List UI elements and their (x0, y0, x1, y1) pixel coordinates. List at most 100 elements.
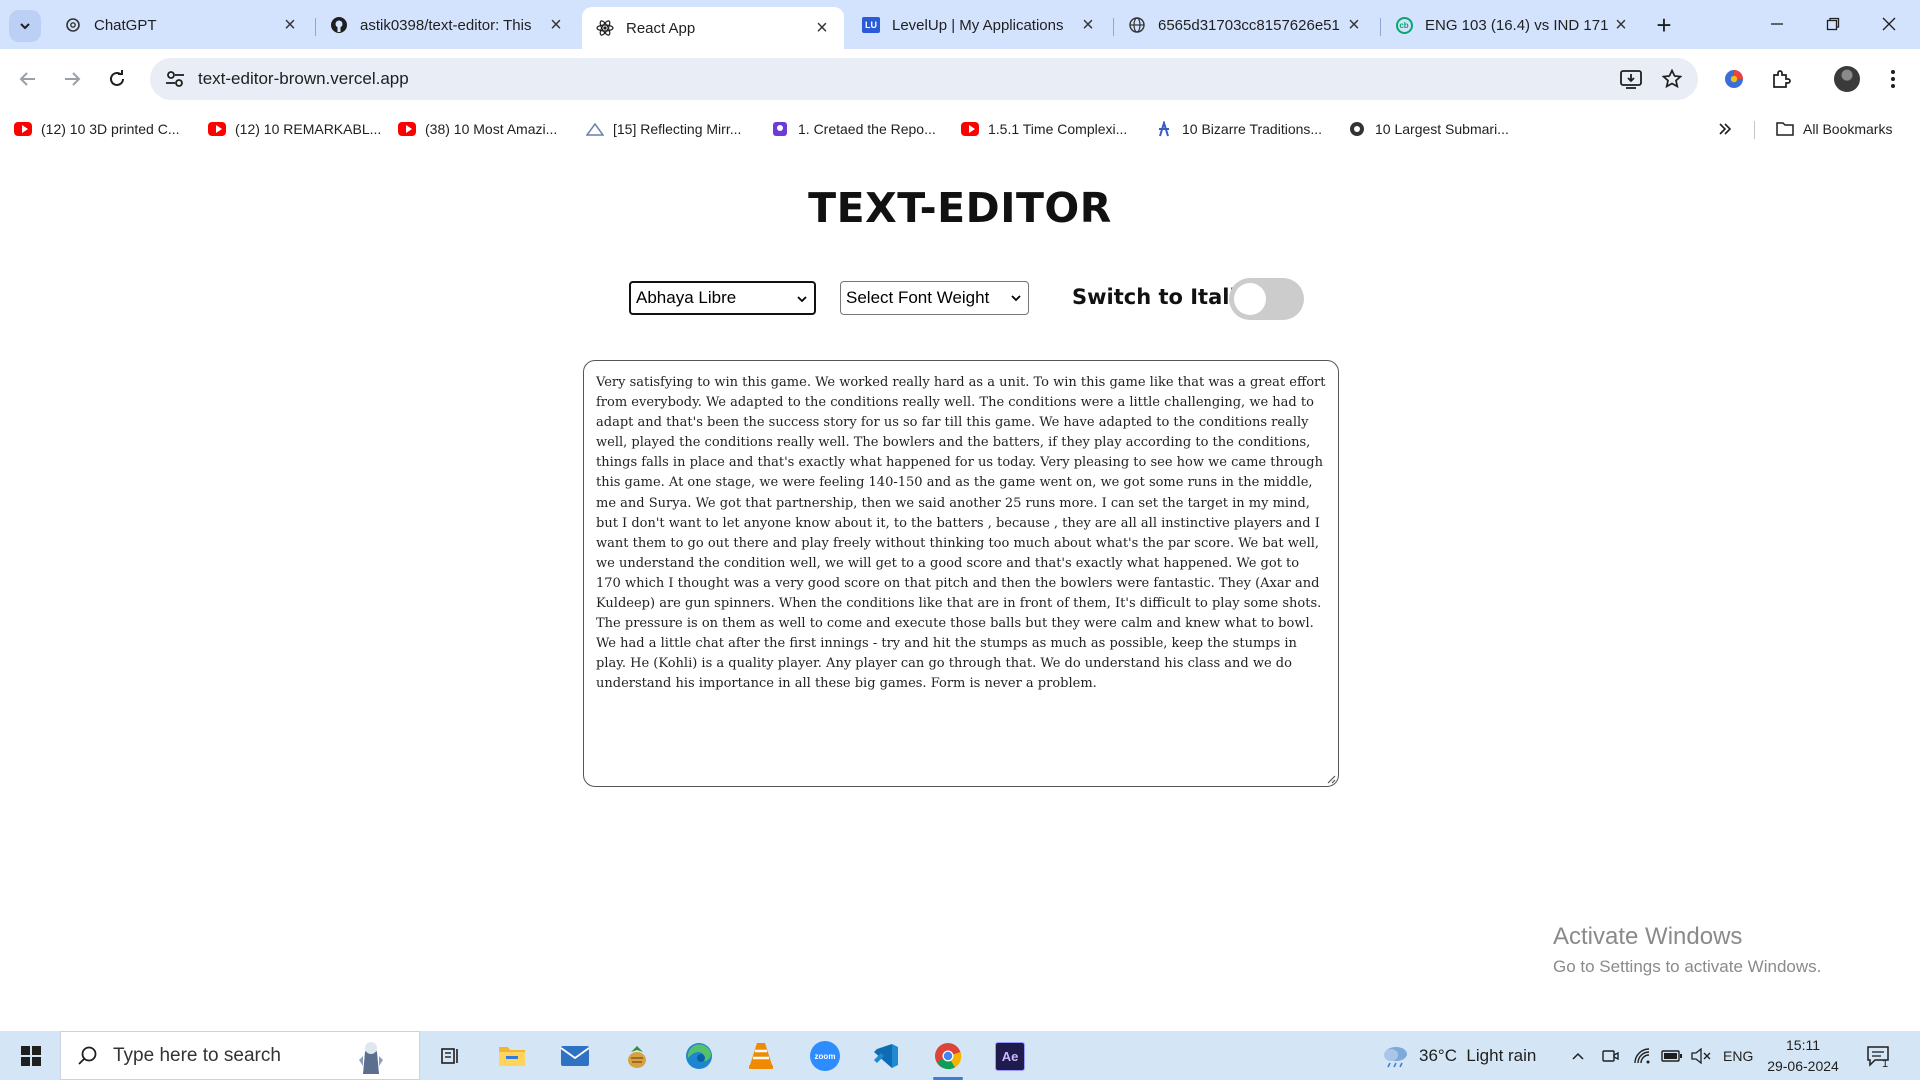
chrome-button[interactable] (929, 1037, 967, 1080)
bookmark-star-button[interactable] (1655, 58, 1689, 100)
restore-button[interactable] (1810, 8, 1856, 40)
forward-button[interactable] (55, 62, 89, 96)
task-view-icon (441, 1048, 458, 1064)
chevron-down-icon (1011, 295, 1021, 302)
resize-handle-icon[interactable] (1326, 774, 1336, 784)
close-icon[interactable]: × (544, 13, 568, 37)
bookmark-item[interactable]: 10 Bizarre Traditions... (1155, 117, 1322, 141)
editor-textarea[interactable]: Very satisfying to win this game. We wor… (583, 360, 1339, 787)
double-chevron-right-icon (1719, 123, 1732, 135)
github-icon (330, 16, 348, 34)
bookmark-item[interactable]: 1.5.1 Time Complexi... (961, 117, 1127, 141)
more-bookmarks-button[interactable] (1718, 117, 1732, 141)
bookmark-label: (38) 10 Most Amazi... (425, 121, 558, 137)
file-explorer-button[interactable] (493, 1037, 531, 1075)
start-button[interactable] (10, 1039, 52, 1073)
taskbar-search[interactable]: Type here to search (60, 1031, 420, 1080)
weather-widget[interactable]: 36°C Light rain (1381, 1031, 1536, 1080)
install-app-button[interactable] (1614, 58, 1648, 100)
close-icon[interactable]: × (1342, 13, 1366, 37)
tab-title: 6565d31703cc8157626e51 (1158, 16, 1340, 34)
battery-button[interactable] (1661, 1031, 1683, 1080)
tab-github[interactable]: astik0398/text-editor: This × (316, 7, 578, 43)
language-indicator[interactable]: ENG (1723, 1031, 1753, 1080)
bookmark-item[interactable]: (12) 10 3D printed C... (14, 117, 180, 141)
all-bookmarks-button[interactable]: All Bookmarks (1776, 117, 1892, 141)
url-text: text-editor-brown.vercel.app (198, 69, 409, 88)
volume-button[interactable] (1691, 1031, 1711, 1080)
extensions-button[interactable] (1764, 62, 1798, 96)
after-effects-button[interactable]: Ae (991, 1037, 1029, 1075)
clock-time: 15:11 (1786, 1037, 1820, 1053)
site-icon (1155, 121, 1173, 137)
site-settings-icon[interactable] (164, 68, 186, 90)
chrome-menu-button[interactable] (1876, 62, 1910, 96)
task-view-button[interactable] (431, 1037, 469, 1075)
bookmark-label: 1. Cretaed the Repo... (798, 121, 936, 137)
mail-button[interactable] (556, 1037, 594, 1075)
italic-toggle[interactable] (1229, 278, 1304, 320)
minimize-icon (1771, 23, 1783, 25)
reload-icon (110, 70, 124, 86)
site-icon (771, 122, 789, 136)
tab-hash[interactable]: 6565d31703cc8157626e51 × (1114, 7, 1376, 43)
youtube-icon (961, 122, 979, 136)
tab-cricbuzz[interactable]: cb ENG 103 (16.4) vs IND 171 × (1381, 7, 1643, 43)
game-icon (628, 1046, 646, 1068)
new-tab-button[interactable]: + (1650, 10, 1678, 40)
close-icon[interactable]: × (810, 16, 834, 40)
close-icon[interactable]: × (1076, 13, 1100, 37)
close-icon[interactable]: × (1609, 13, 1633, 37)
site-icon (586, 122, 604, 136)
star-icon (1662, 69, 1682, 89)
bookmark-item[interactable]: 1. Cretaed the Repo... (771, 117, 936, 141)
cricbuzz-icon: cb (1395, 16, 1413, 34)
meet-now-button[interactable] (1601, 1031, 1619, 1080)
wifi-icon (1634, 1047, 1650, 1063)
chevron-down-icon (20, 23, 30, 30)
close-icon[interactable]: × (278, 13, 302, 37)
tab-react-app[interactable]: React App × (582, 7, 844, 49)
bookmark-item[interactable]: (38) 10 Most Amazi... (398, 117, 557, 141)
search-icon (78, 1046, 97, 1065)
show-hidden-icons-button[interactable] (1571, 1031, 1585, 1080)
zoom-button[interactable]: zoom (806, 1037, 844, 1075)
profile-button[interactable] (1830, 62, 1864, 96)
browser-toolbar: text-editor-brown.vercel.app (0, 49, 1920, 109)
tab-search-button[interactable] (9, 10, 41, 42)
tab-chatgpt[interactable]: ChatGPT × (50, 7, 312, 43)
bookmark-item[interactable]: (12) 10 REMARKABL... (208, 117, 381, 141)
vlc-button[interactable] (742, 1037, 780, 1075)
address-bar[interactable]: text-editor-brown.vercel.app (150, 58, 1698, 100)
file-explorer-icon (499, 1047, 525, 1066)
bookmark-item[interactable]: [15] Reflecting Mirr... (586, 117, 741, 141)
tab-levelup[interactable]: LU LevelUp | My Applications × (848, 7, 1110, 43)
editor-content: Very satisfying to win this game. We wor… (596, 375, 1326, 692)
notification-count: 1 (1882, 1058, 1889, 1070)
extension-orb-button[interactable] (1717, 62, 1751, 96)
watermark-title: Activate Windows (1553, 923, 1743, 950)
vlc-icon (749, 1043, 773, 1069)
font-weight-select[interactable]: Select Font Weight (840, 281, 1029, 315)
back-button[interactable] (11, 62, 45, 96)
network-button[interactable] (1633, 1031, 1651, 1080)
youtube-icon (398, 122, 416, 136)
bookmark-label: All Bookmarks (1803, 121, 1893, 137)
tab-strip: ChatGPT × astik0398/text-editor: This × … (0, 0, 1920, 49)
mail-icon (560, 1046, 590, 1066)
vscode-button[interactable] (867, 1037, 905, 1075)
rain-cloud-icon (1384, 1046, 1407, 1067)
edge-icon (686, 1043, 712, 1069)
edge-button[interactable] (680, 1037, 718, 1075)
search-placeholder: Type here to search (113, 1044, 281, 1066)
font-family-select[interactable]: Abhaya Libre (629, 281, 816, 315)
clock[interactable]: 15:11 29-06-2024 (1758, 1035, 1848, 1077)
minimize-button[interactable] (1754, 8, 1800, 40)
tab-title: astik0398/text-editor: This (360, 16, 532, 34)
notifications-button[interactable]: 1 (1866, 1031, 1890, 1080)
install-icon (1620, 70, 1642, 89)
close-window-button[interactable] (1866, 8, 1912, 40)
bookmark-item[interactable]: 10 Largest Submari... (1348, 117, 1509, 141)
reload-button[interactable] (100, 62, 134, 96)
game-button[interactable] (618, 1037, 656, 1075)
